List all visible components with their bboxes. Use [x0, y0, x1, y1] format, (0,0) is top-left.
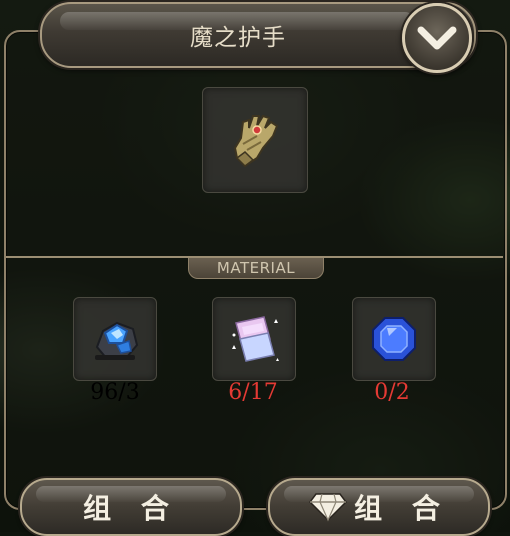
item-title: 魔之护手	[190, 25, 286, 51]
material-slot-gem[interactable]	[352, 297, 436, 381]
magic-scroll-icon	[232, 316, 279, 362]
gem-combine-button[interactable]: 组 合	[268, 478, 490, 536]
diamond-icon	[308, 492, 348, 522]
material-count-gem: 0/2	[374, 380, 410, 405]
combine-button-label: 组 合	[83, 492, 179, 525]
blue-gem-icon	[372, 317, 416, 361]
blue-ore-icon	[95, 321, 139, 361]
result-item-slot[interactable]	[202, 87, 308, 193]
gauntlet-icon	[233, 114, 279, 168]
material-slot-ore[interactable]	[73, 297, 157, 381]
material-label: MATERIAL	[188, 258, 324, 279]
material-count-ore: 96/3	[90, 380, 140, 405]
material-slot-scroll[interactable]	[212, 297, 296, 381]
material-count-scroll: 6/17	[228, 380, 278, 405]
combine-button[interactable]: 组 合	[20, 478, 242, 536]
gem-combine-button-label: 组 合	[354, 492, 450, 525]
